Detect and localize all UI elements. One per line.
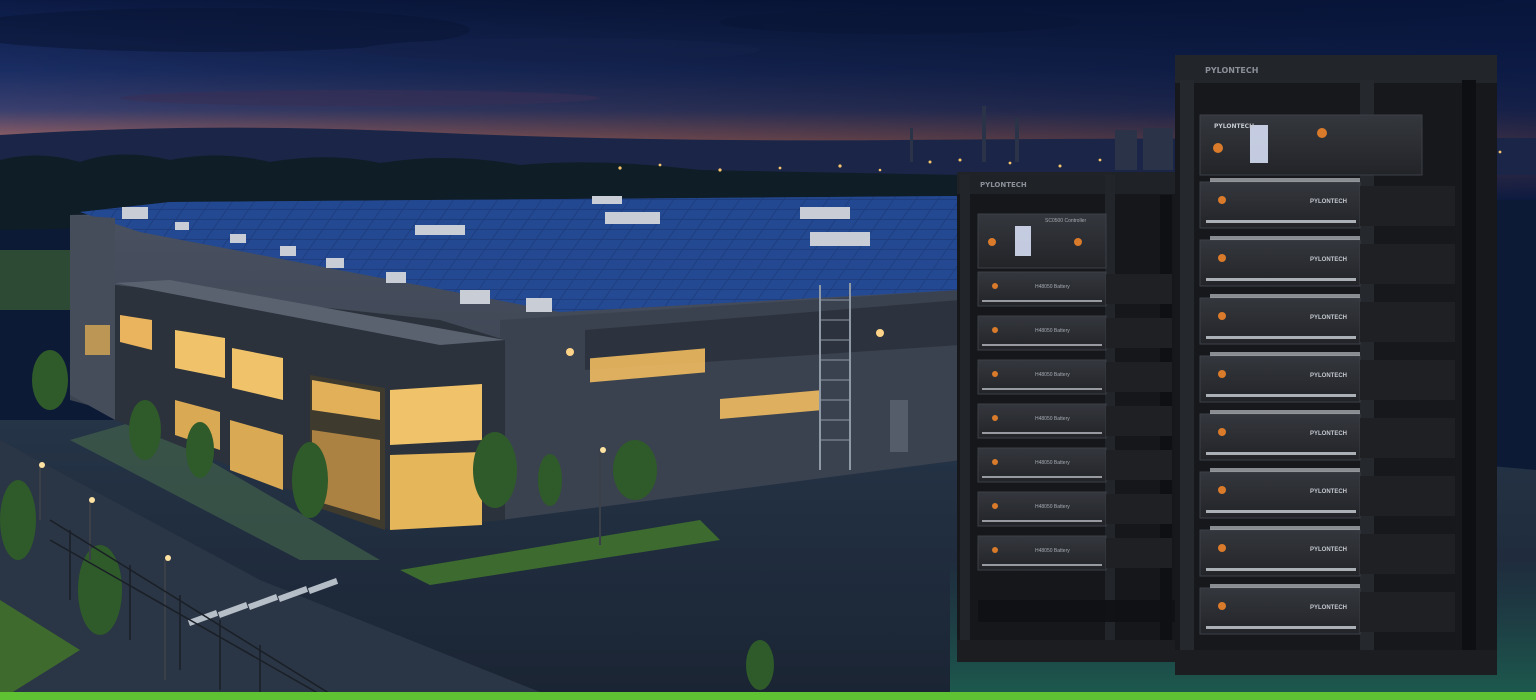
module-label: H48050 Battery: [1035, 284, 1070, 290]
small-controller-label: SC0500 Controller: [1045, 218, 1086, 224]
battery-module: H48050 Battery: [977, 447, 1172, 483]
module-label: H48050 Battery: [1035, 504, 1070, 510]
module-brand: PYLONTECH: [1310, 199, 1347, 205]
battery-module: H48050 Battery: [977, 535, 1172, 571]
small-rack-brand: PYLONTECH: [980, 181, 1027, 189]
module-brand: PYLONTECH: [1310, 605, 1347, 611]
module-brand: PYLONTECH: [1310, 431, 1347, 437]
module-label: H48050 Battery: [1035, 416, 1070, 422]
battery-rack-large: PYLONTECH PYLONTECH PYLONTECH PYLONTECH PY…: [1175, 55, 1497, 675]
scene-svg: PYLONTECH SC0500 Controller H48050 Batte…: [0, 0, 1536, 700]
module-brand: PYLONTECH: [1310, 315, 1347, 321]
battery-module: H48050 Battery: [977, 359, 1172, 395]
module-label: H48050 Battery: [1035, 460, 1070, 466]
module-label: H48050 Battery: [1035, 328, 1070, 334]
module-label: H48050 Battery: [1035, 548, 1070, 554]
accent-bar: [0, 692, 1536, 700]
battery-module: H48050 Battery: [977, 315, 1172, 351]
module-label: H48050 Battery: [1035, 372, 1070, 378]
battery-module: H48050 Battery: [977, 271, 1172, 307]
module-brand: PYLONTECH: [1310, 547, 1347, 553]
module-brand: PYLONTECH: [1310, 489, 1347, 495]
module-brand: PYLONTECH: [1310, 373, 1347, 379]
large-rack-brand: PYLONTECH: [1205, 66, 1258, 75]
module-brand: PYLONTECH: [1310, 257, 1347, 263]
battery-module: H48050 Battery: [977, 491, 1172, 527]
banner-scene: PYLONTECH SC0500 Controller H48050 Batte…: [0, 0, 1536, 700]
small-controller: [977, 213, 1107, 269]
large-controller-brand: PYLONTECH: [1214, 123, 1254, 130]
battery-rack-small: PYLONTECH SC0500 Controller H48050 Batte…: [957, 172, 1176, 662]
battery-module: H48050 Battery: [977, 403, 1172, 439]
